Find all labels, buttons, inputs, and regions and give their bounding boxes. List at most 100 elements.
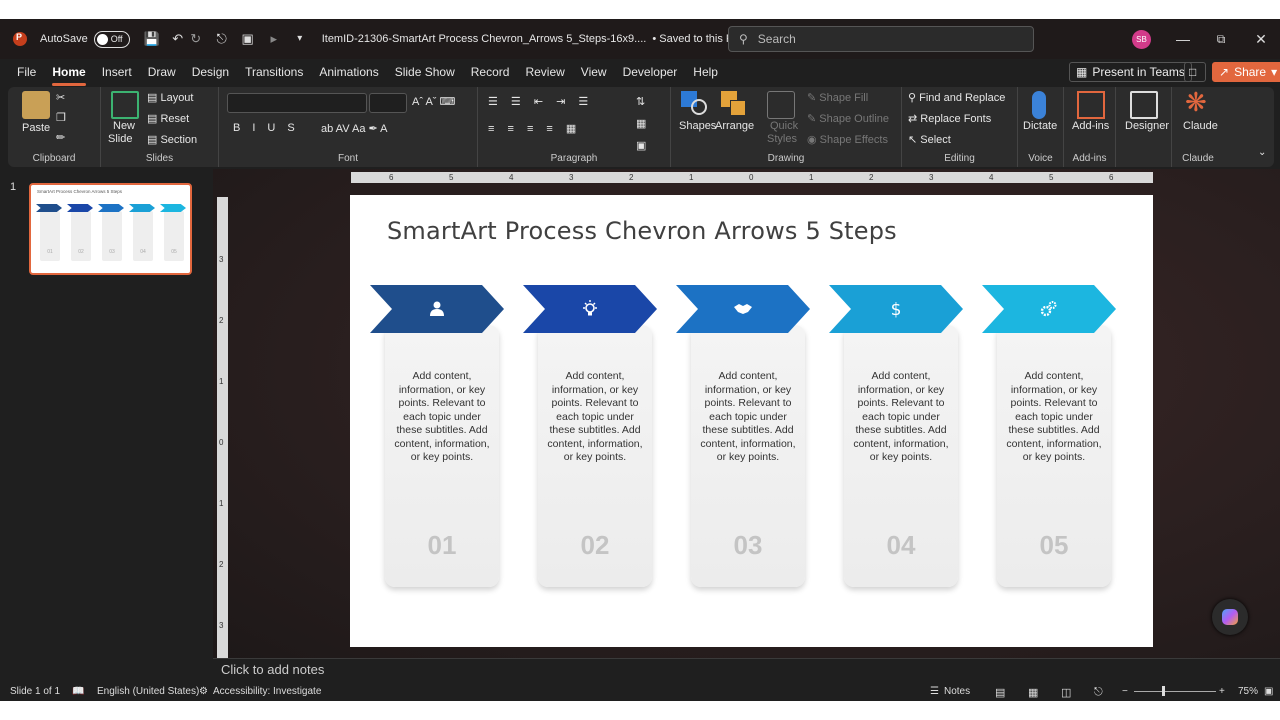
step-description[interactable]: Add content, information, or key points.… — [390, 370, 494, 465]
slideshow-icon[interactable]: ▣ — [240, 31, 256, 47]
layout-button[interactable]: ▤ Layout — [147, 91, 193, 104]
tab-help[interactable]: Help — [685, 61, 726, 87]
zoom-out-icon[interactable]: − — [1122, 686, 1128, 697]
tab-record[interactable]: Record — [463, 61, 518, 87]
select-button[interactable]: ↖ Select — [908, 133, 951, 146]
cut-icon[interactable]: ✂ — [56, 91, 65, 104]
customize-qat-icon[interactable]: ▾ — [292, 31, 308, 47]
step-number[interactable]: 03 — [691, 530, 805, 561]
spellcheck-icon[interactable]: 📖 — [72, 686, 84, 697]
notes-icon[interactable]: ☰ — [930, 686, 939, 697]
step-number[interactable]: 01 — [385, 530, 499, 561]
claude-label[interactable]: Claude — [1183, 120, 1218, 132]
bullets-icon[interactable]: ☰ ☰ ⇤ ⇥ ☰ — [488, 95, 593, 108]
close-icon[interactable]: ✕ — [1251, 29, 1271, 49]
claude-icon[interactable]: ❋ — [1185, 87, 1207, 118]
new-slide-icon[interactable] — [111, 91, 139, 119]
designer-label[interactable]: Designer — [1125, 120, 1169, 132]
step-description[interactable]: Add content, information, or key points.… — [1002, 370, 1106, 465]
shapes-label[interactable]: Shapes — [679, 120, 716, 132]
screen-icon[interactable]: ▸ — [266, 31, 282, 47]
share-button[interactable]: ↗ Share ▾ — [1212, 62, 1280, 82]
font-format-icons[interactable]: BIUS — [233, 122, 307, 134]
tab-animations[interactable]: Animations — [311, 61, 386, 87]
alignment-icons[interactable]: ≡ ≡ ≡ ≡ ▦ — [488, 122, 581, 135]
normal-view-icon[interactable]: ▤ — [995, 686, 1005, 699]
paste-icon[interactable] — [22, 91, 50, 119]
new-slide-label-2[interactable]: Slide — [108, 133, 132, 145]
text-direction-icon[interactable]: ⇅ — [636, 95, 645, 108]
restore-icon[interactable]: ⧉ — [1211, 29, 1231, 49]
minimize-icon[interactable]: — — [1173, 29, 1193, 49]
shape-fill-button[interactable]: ✎ Shape Fill — [807, 91, 868, 104]
tab-file[interactable]: File — [0, 61, 44, 87]
slide-thumbnail[interactable]: SmartArt Process Chevron Arrows 5 Steps … — [29, 183, 192, 275]
chevron-arrow[interactable] — [982, 285, 1116, 333]
accessibility-icon[interactable]: ⚙ — [199, 686, 208, 697]
language-status[interactable]: English (United States) — [97, 686, 199, 697]
chevron-arrow[interactable]: $ — [829, 285, 963, 333]
avatar[interactable]: SB — [1132, 30, 1151, 49]
step-description[interactable]: Add content, information, or key points.… — [543, 370, 647, 465]
step-number[interactable]: 04 — [844, 530, 958, 561]
copy-icon[interactable]: ❐ — [56, 111, 66, 124]
step-card[interactable]: Add content, information, or key points.… — [844, 325, 958, 587]
collapse-ribbon-icon[interactable]: ⌄ — [1258, 147, 1266, 158]
quick-styles-icon[interactable] — [767, 91, 795, 119]
autosave-toggle[interactable]: Off — [93, 30, 130, 48]
tab-home[interactable]: Home — [44, 61, 93, 87]
present-in-teams-button[interactable]: ▦ Present in Teams — [1069, 62, 1192, 82]
tab-slide-show[interactable]: Slide Show — [387, 61, 463, 87]
format-painter-icon[interactable]: ✏ — [56, 131, 65, 144]
notes-button[interactable]: Notes — [944, 686, 970, 697]
dictate-label[interactable]: Dictate — [1023, 120, 1057, 132]
undo-icon[interactable]: ↶ — [170, 31, 186, 47]
char-spacing-icon[interactable]: ab AV Aa ✒ A — [321, 122, 388, 135]
quick-styles-label-2[interactable]: Styles — [767, 133, 797, 145]
comments-button[interactable]: □ — [1184, 62, 1206, 82]
redo-icon[interactable]: ↻ — [188, 31, 204, 47]
tab-transitions[interactable]: Transitions — [237, 61, 311, 87]
tab-review[interactable]: Review — [517, 61, 572, 87]
replace-fonts-button[interactable]: ⇄ Replace Fonts — [908, 112, 991, 125]
accessibility-status[interactable]: Accessibility: Investigate — [213, 686, 321, 697]
step-description[interactable]: Add content, information, or key points.… — [849, 370, 953, 465]
reset-button[interactable]: ▤ Reset — [147, 112, 189, 125]
smartart-convert-icon[interactable]: ▣ — [636, 139, 646, 152]
slideshow-view-icon[interactable]: ⎋ — [1094, 686, 1103, 699]
present-icon[interactable]: ⎋ — [214, 31, 230, 47]
step-card[interactable]: Add content, information, or key points.… — [538, 325, 652, 587]
shapes-icon[interactable] — [681, 91, 709, 119]
arrange-label[interactable]: Arrange — [715, 120, 754, 132]
arrange-icon[interactable] — [721, 91, 749, 119]
font-family-select[interactable] — [227, 93, 367, 113]
step-description[interactable]: Add content, information, or key points.… — [696, 370, 800, 465]
addins-label[interactable]: Add-ins — [1072, 120, 1109, 132]
slide-title[interactable]: SmartArt Process Chevron Arrows 5 Steps — [387, 217, 897, 245]
tab-design[interactable]: Design — [184, 61, 237, 87]
file-name[interactable]: ItemID-21306-SmartArt Process Chevron_Ar… — [322, 33, 647, 45]
section-button[interactable]: ▤ Section — [147, 133, 197, 146]
font-grow-icon[interactable]: Aˆ Aˇ ⌨ — [412, 95, 455, 108]
align-text-icon[interactable]: ▦ — [636, 117, 646, 130]
tab-view[interactable]: View — [573, 61, 615, 87]
slide-sorter-icon[interactable]: ▦ — [1028, 686, 1038, 699]
step-number[interactable]: 02 — [538, 530, 652, 561]
slide-canvas[interactable]: SmartArt Process Chevron Arrows 5 Steps … — [350, 195, 1153, 647]
step-card[interactable]: Add content, information, or key points.… — [691, 325, 805, 587]
zoom-slider-thumb[interactable] — [1162, 686, 1165, 696]
reading-view-icon[interactable]: ◫ — [1061, 686, 1071, 699]
font-size-select[interactable] — [369, 93, 407, 113]
shape-outline-button[interactable]: ✎ Shape Outline — [807, 112, 889, 125]
quick-styles-label[interactable]: Quick — [770, 120, 798, 132]
new-slide-label[interactable]: New — [113, 120, 135, 132]
step-card[interactable]: Add content, information, or key points.… — [385, 325, 499, 587]
chevron-arrow[interactable] — [523, 285, 657, 333]
step-number[interactable]: 05 — [997, 530, 1111, 561]
designer-icon[interactable] — [1130, 91, 1158, 119]
chevron-arrow[interactable] — [676, 285, 810, 333]
save-icon[interactable]: 💾 — [144, 31, 160, 47]
chevron-arrow[interactable] — [370, 285, 504, 333]
tab-insert[interactable]: Insert — [94, 61, 140, 87]
zoom-slider[interactable] — [1134, 691, 1216, 692]
